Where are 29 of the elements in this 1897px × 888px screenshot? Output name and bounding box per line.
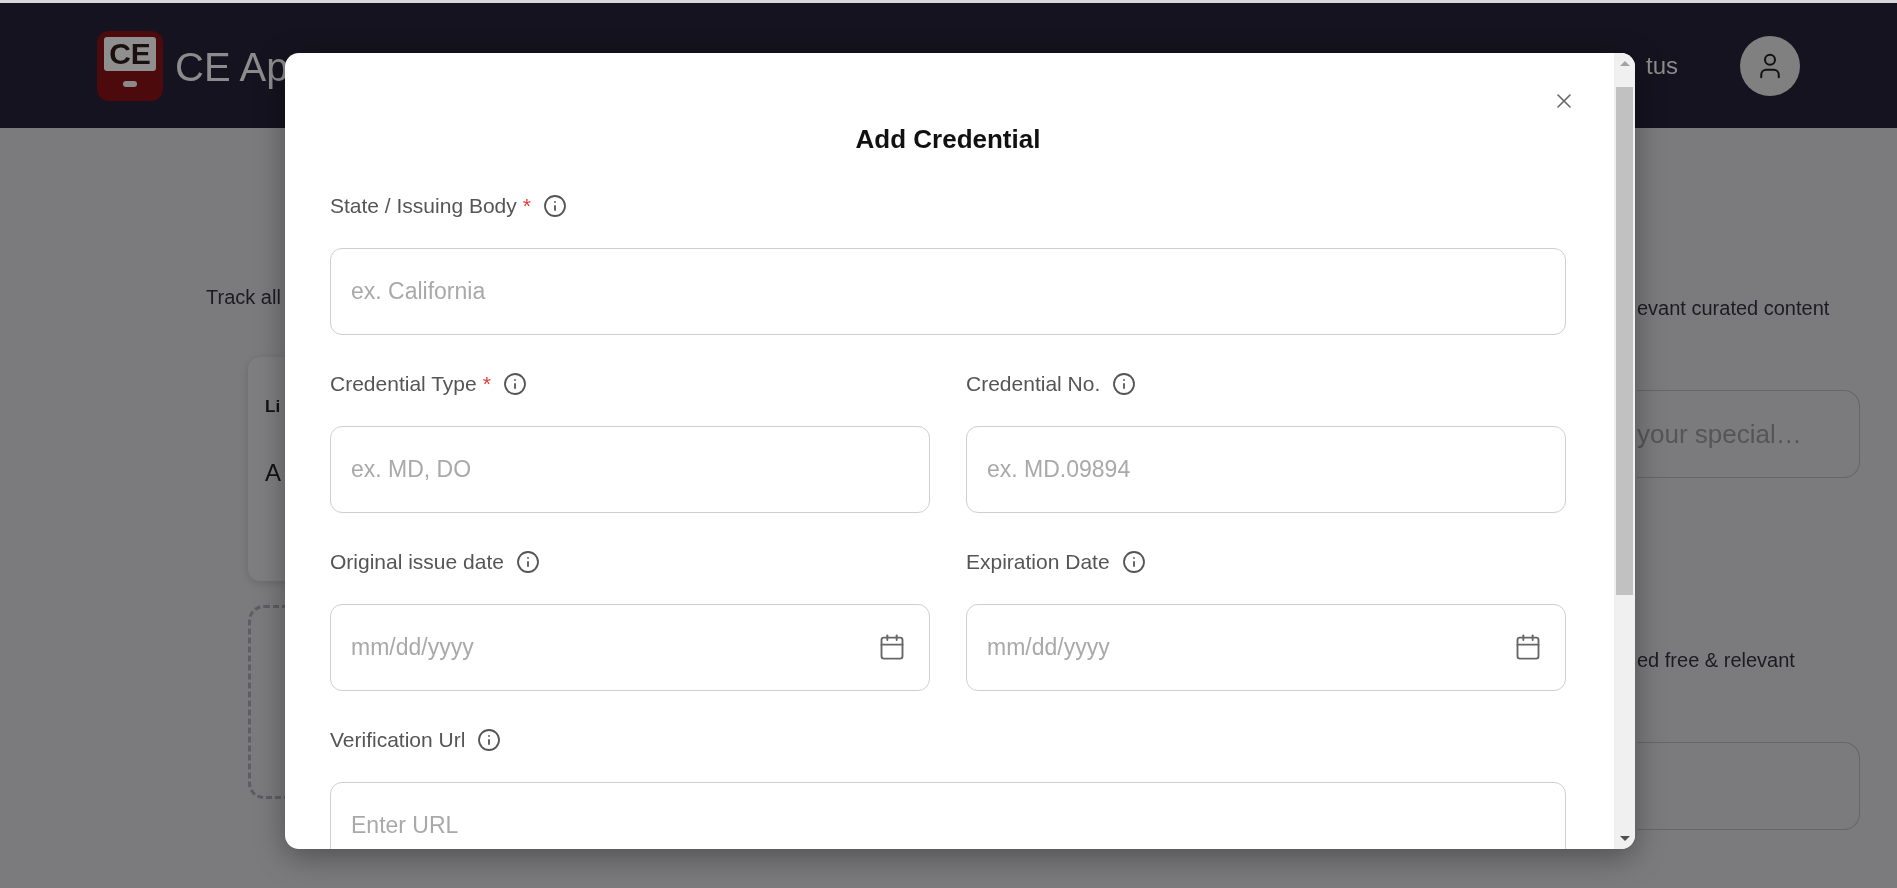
section-text: ed free & relevant (1637, 648, 1796, 672)
app-name: CE Ap (175, 45, 289, 90)
dialog-title: Add Credential (854, 123, 1042, 155)
field-label: Verification Url (330, 728, 466, 752)
section-text: evant curated content (1637, 296, 1831, 320)
calendar-icon[interactable] (1514, 633, 1542, 661)
card-title: Li (265, 397, 282, 417)
field-label: State / Issuing Body (330, 194, 517, 218)
field-label: Expiration Date (966, 550, 1110, 574)
nav-link[interactable]: tus (1646, 51, 1678, 80)
input-field[interactable] (1637, 742, 1860, 830)
info-icon[interactable] (1112, 372, 1137, 396)
info-icon[interactable] (542, 194, 567, 218)
info-icon[interactable] (1121, 550, 1146, 574)
field-label: Credential Type (330, 372, 477, 396)
required-mark: * (522, 194, 531, 218)
field-label: Credential No. (966, 372, 1101, 396)
info-icon[interactable] (477, 728, 502, 752)
field-label: Original issue date (330, 550, 504, 574)
calendar-icon[interactable] (878, 633, 906, 661)
required-mark: * (482, 372, 491, 396)
info-icon[interactable] (502, 372, 527, 396)
card-value: A (265, 459, 282, 487)
intro-text: Track all (206, 285, 282, 309)
date-field[interactable]: mm/dd/yyyy (966, 604, 1566, 691)
scrollbar[interactable] (1614, 53, 1635, 849)
info-icon[interactable] (515, 550, 540, 574)
logo-icon: CE (97, 30, 163, 101)
date-field[interactable]: mm/dd/yyyy (330, 604, 930, 691)
